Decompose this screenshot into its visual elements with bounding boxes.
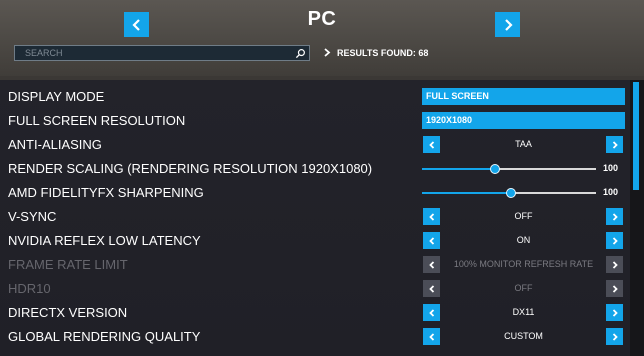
chevron-right-icon xyxy=(612,260,618,269)
setting-row: RENDER SCALING (RENDERING RESOLUTION 192… xyxy=(0,156,630,180)
chevron-left-icon xyxy=(131,18,140,31)
settings-header: PC SEARCH RESULTS FOUND: 68 xyxy=(0,0,644,76)
next-option-button[interactable] xyxy=(606,304,623,321)
setting-dropdown[interactable]: 1920X1080 xyxy=(422,112,625,129)
chevron-left-icon xyxy=(428,332,434,341)
chevron-left-icon xyxy=(428,140,434,149)
chevron-left-icon xyxy=(428,308,434,317)
previous-option-button xyxy=(423,280,440,297)
previous-option-button[interactable] xyxy=(423,304,440,321)
next-option-button xyxy=(606,256,623,273)
chevron-left-icon xyxy=(428,212,434,221)
slider-fill xyxy=(422,168,496,170)
chevron-right-icon xyxy=(612,284,618,293)
setting-value: TAA xyxy=(515,139,532,149)
setting-value: OFF xyxy=(514,211,533,221)
setting-label: DISPLAY MODE xyxy=(8,89,105,104)
settings-list: DISPLAY MODE FULL SCREEN FULL SCREEN RESOL… xyxy=(0,80,630,356)
search-placeholder: SEARCH xyxy=(25,48,63,58)
setting-row: ANTI-ALIASING TAA xyxy=(0,132,630,156)
previous-page-button[interactable] xyxy=(124,12,149,37)
chevron-right-icon xyxy=(612,140,618,149)
chevron-right-icon xyxy=(612,332,618,341)
setting-label: AMD FIDELITYFX SHARPENING xyxy=(8,185,204,200)
next-option-button[interactable] xyxy=(606,328,623,345)
setting-value: DX11 xyxy=(512,307,535,317)
setting-value: CUSTOM xyxy=(504,331,543,341)
slider-value: 100 xyxy=(603,163,619,173)
setting-slider[interactable] xyxy=(422,188,596,198)
previous-option-button[interactable] xyxy=(423,136,440,153)
slider-fill xyxy=(422,192,511,194)
previous-option-button[interactable] xyxy=(423,232,440,249)
setting-row: AMD FIDELITYFX SHARPENING 100 xyxy=(0,180,630,204)
chevron-left-icon xyxy=(428,284,434,293)
chevron-left-icon xyxy=(428,236,434,245)
page-title: PC xyxy=(307,8,337,30)
setting-label: GLOBAL RENDERING QUALITY xyxy=(8,329,201,344)
setting-row: GLOBAL RENDERING QUALITY CUSTOM xyxy=(0,324,630,348)
scrollbar[interactable] xyxy=(630,80,644,356)
chevron-right-icon xyxy=(612,308,618,317)
setting-label: FULL SCREEN RESOLUTION xyxy=(8,113,186,128)
setting-label: ANTI-ALIASING xyxy=(8,137,102,152)
results-count: RESULTS FOUND: 68 xyxy=(337,48,429,58)
setting-label: HDR10 xyxy=(8,281,51,296)
next-option-button xyxy=(606,280,623,297)
setting-label: V-SYNC xyxy=(8,209,57,224)
scrollbar-thumb[interactable] xyxy=(633,82,639,190)
setting-label: RENDER SCALING (RENDERING RESOLUTION 192… xyxy=(8,161,373,176)
setting-row: HDR10 OFF xyxy=(0,276,630,300)
slider-value: 100 xyxy=(603,187,619,197)
slider-thumb[interactable] xyxy=(505,188,516,198)
chevron-left-icon xyxy=(428,260,434,269)
settings-window: PC SEARCH RESULTS FOUND: 68 DISPLAY MODE… xyxy=(0,0,644,356)
setting-label: FRAME RATE LIMIT xyxy=(8,257,128,272)
setting-label: NVIDIA REFLEX LOW LATENCY xyxy=(8,233,201,248)
slider-thumb[interactable] xyxy=(490,164,501,174)
setting-row: V-SYNC OFF xyxy=(0,204,630,228)
chevron-right-icon xyxy=(504,18,513,31)
setting-row: FULL SCREEN RESOLUTION 1920X1080 xyxy=(0,108,630,132)
setting-value: FULL SCREEN xyxy=(426,91,489,101)
setting-slider[interactable] xyxy=(422,164,596,174)
search-icon[interactable] xyxy=(295,48,306,59)
setting-label: DIRECTX VERSION xyxy=(8,305,128,320)
previous-option-button[interactable] xyxy=(423,208,440,225)
search-input[interactable]: SEARCH xyxy=(14,45,310,61)
previous-option-button xyxy=(423,256,440,273)
setting-value: OFF xyxy=(514,283,533,293)
next-option-button[interactable] xyxy=(606,232,623,249)
next-page-button[interactable] xyxy=(495,12,520,37)
previous-option-button[interactable] xyxy=(423,328,440,345)
setting-row: FRAME RATE LIMIT 100% MONITOR REFRESH RAT… xyxy=(0,252,630,276)
setting-row: DISPLAY MODE FULL SCREEN xyxy=(0,84,630,108)
chevron-right-icon xyxy=(612,236,618,245)
chevron-right-icon xyxy=(612,212,618,221)
setting-value: ON xyxy=(516,235,531,245)
setting-row: DIRECTX VERSION DX11 xyxy=(0,300,630,324)
setting-value: 1920X1080 xyxy=(426,115,473,125)
setting-value: 100% MONITOR REFRESH RATE xyxy=(453,259,594,269)
setting-row: NVIDIA REFLEX LOW LATENCY ON xyxy=(0,228,630,252)
next-option-button[interactable] xyxy=(606,136,623,153)
next-option-button[interactable] xyxy=(606,208,623,225)
setting-dropdown[interactable]: FULL SCREEN xyxy=(422,88,625,105)
